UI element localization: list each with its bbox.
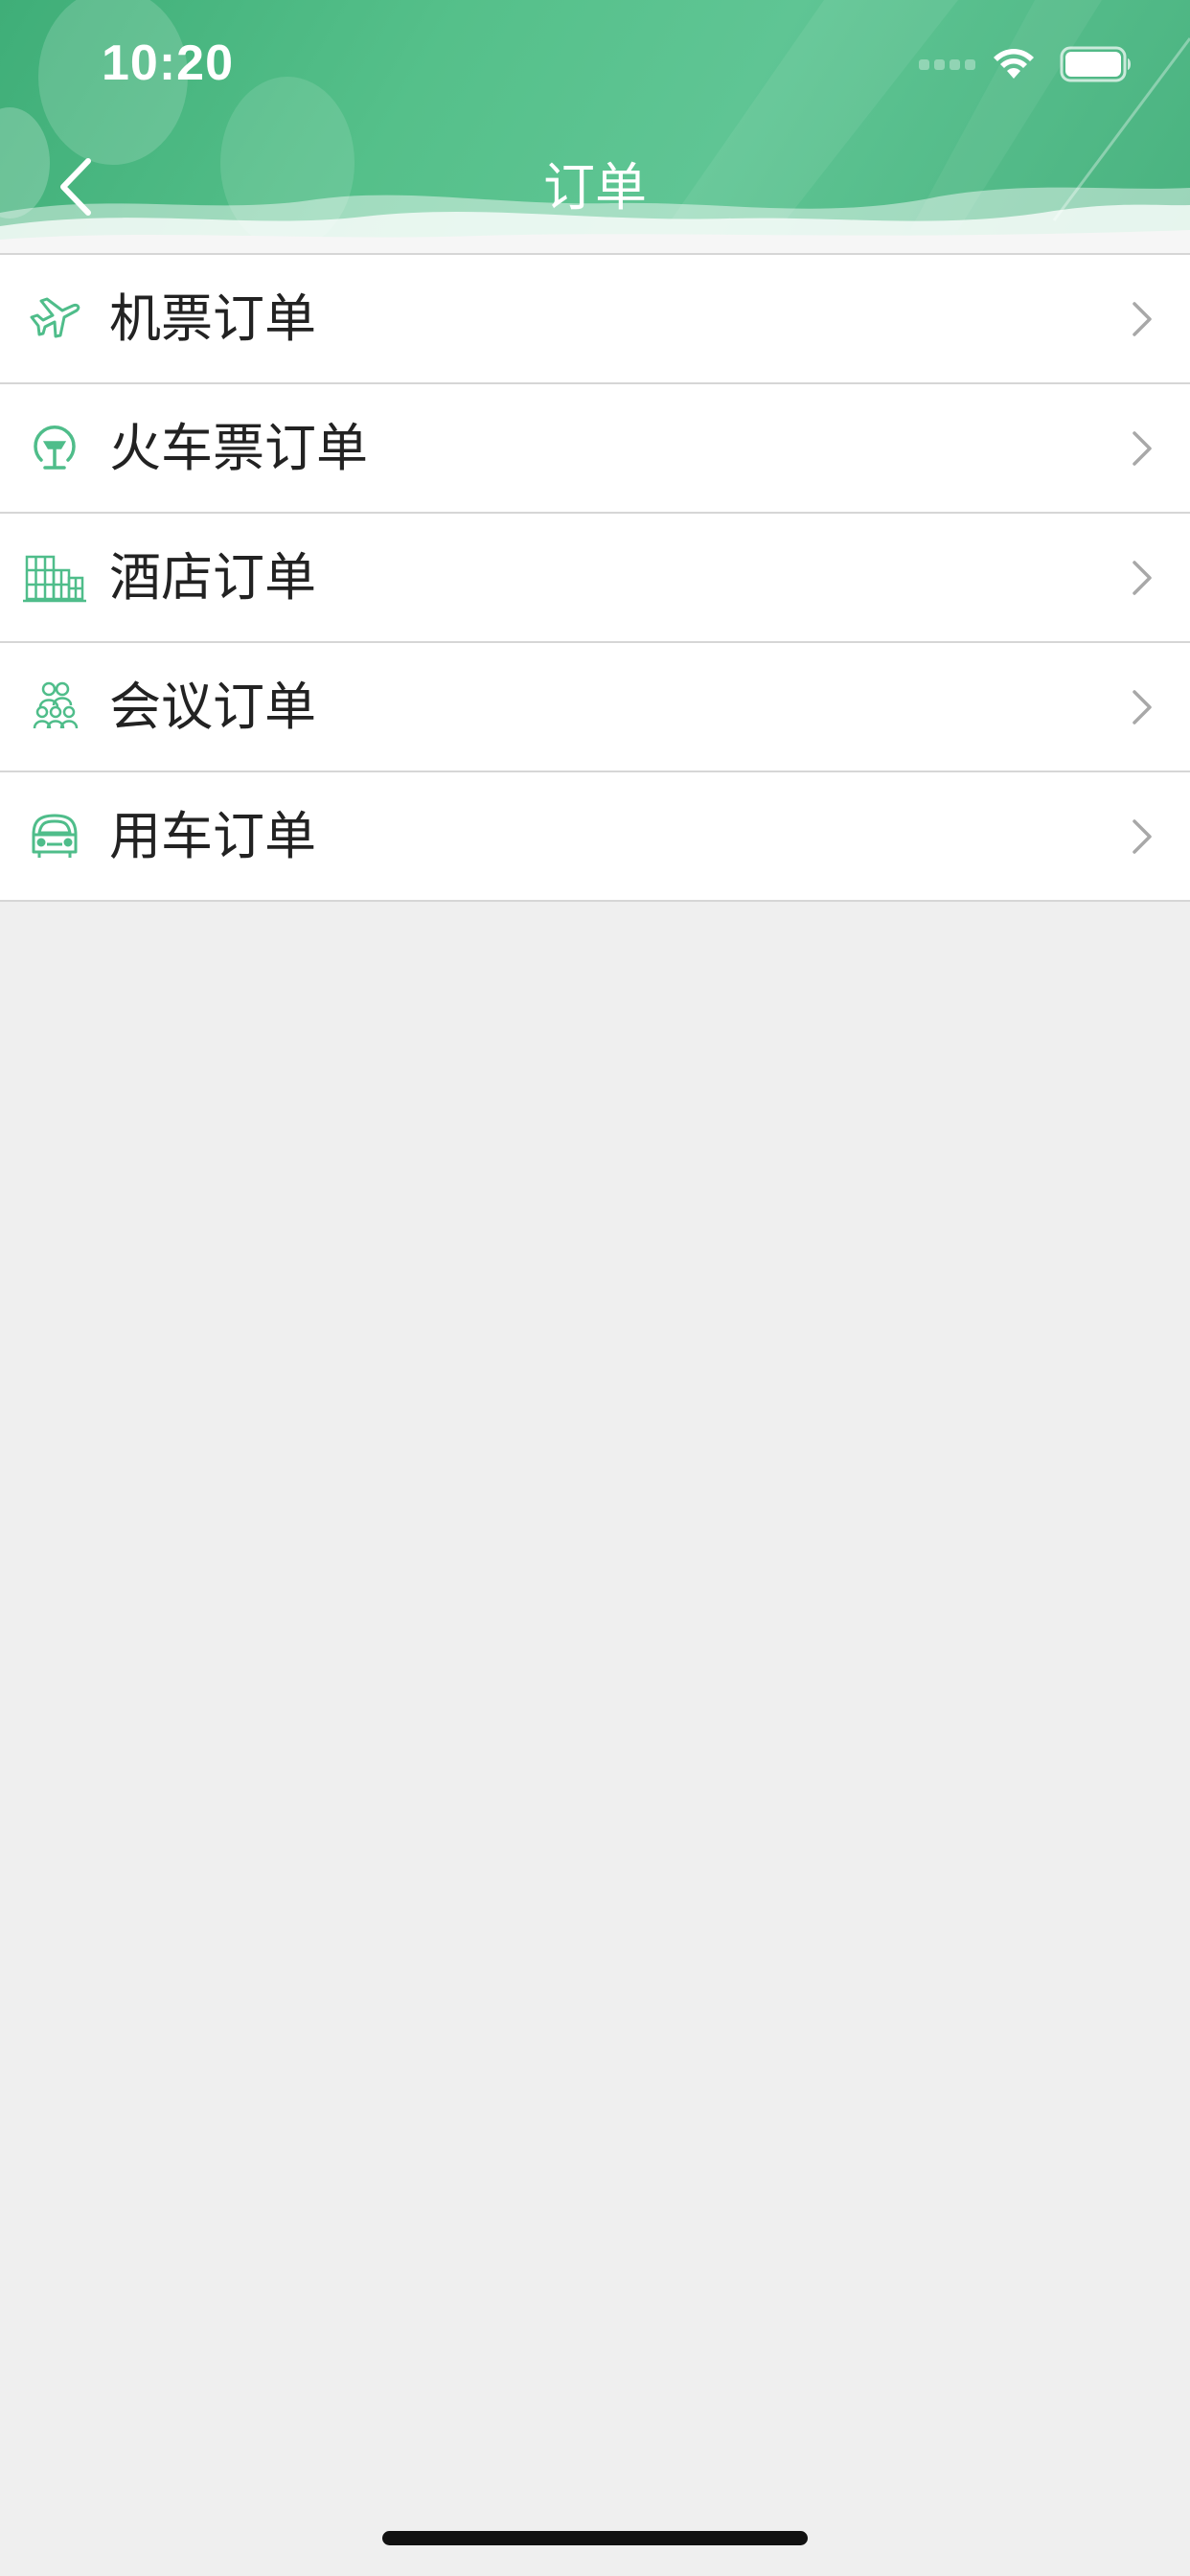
order-item-label: 机票订单 <box>109 288 316 349</box>
status-time: 10:20 <box>102 35 234 91</box>
order-list: 机票订单 火车票订单 酒店订单 会议订单 用车订单 <box>0 253 1190 902</box>
signal-icon <box>919 58 975 70</box>
page-title: 订单 <box>543 157 647 218</box>
status-icons <box>919 42 1134 86</box>
battery-icon <box>1060 46 1131 82</box>
order-item-car[interactable]: 用车订单 <box>0 772 1190 902</box>
airplane-icon <box>19 284 90 355</box>
chevron-right-icon <box>1133 818 1152 854</box>
order-item-train[interactable]: 火车票订单 <box>0 384 1190 514</box>
home-indicator[interactable] <box>382 2531 808 2545</box>
chevron-right-icon <box>1133 560 1152 595</box>
order-item-label: 酒店订单 <box>109 546 316 608</box>
hotel-icon <box>19 542 90 613</box>
chevron-right-icon <box>1133 430 1152 466</box>
order-item-flight[interactable]: 机票订单 <box>0 255 1190 384</box>
car-icon <box>19 801 90 872</box>
chevron-right-icon <box>1133 689 1152 724</box>
wifi-icon <box>994 49 1034 79</box>
order-item-meeting[interactable]: 会议订单 <box>0 643 1190 772</box>
train-icon <box>19 413 90 484</box>
order-item-label: 用车订单 <box>109 805 316 866</box>
order-item-label: 会议订单 <box>109 676 316 737</box>
meeting-icon <box>19 672 90 743</box>
order-item-hotel[interactable]: 酒店订单 <box>0 514 1190 643</box>
order-item-label: 火车票订单 <box>109 417 368 478</box>
chevron-right-icon <box>1133 301 1152 336</box>
navigation-header: 10:20 订单 <box>0 0 1190 253</box>
